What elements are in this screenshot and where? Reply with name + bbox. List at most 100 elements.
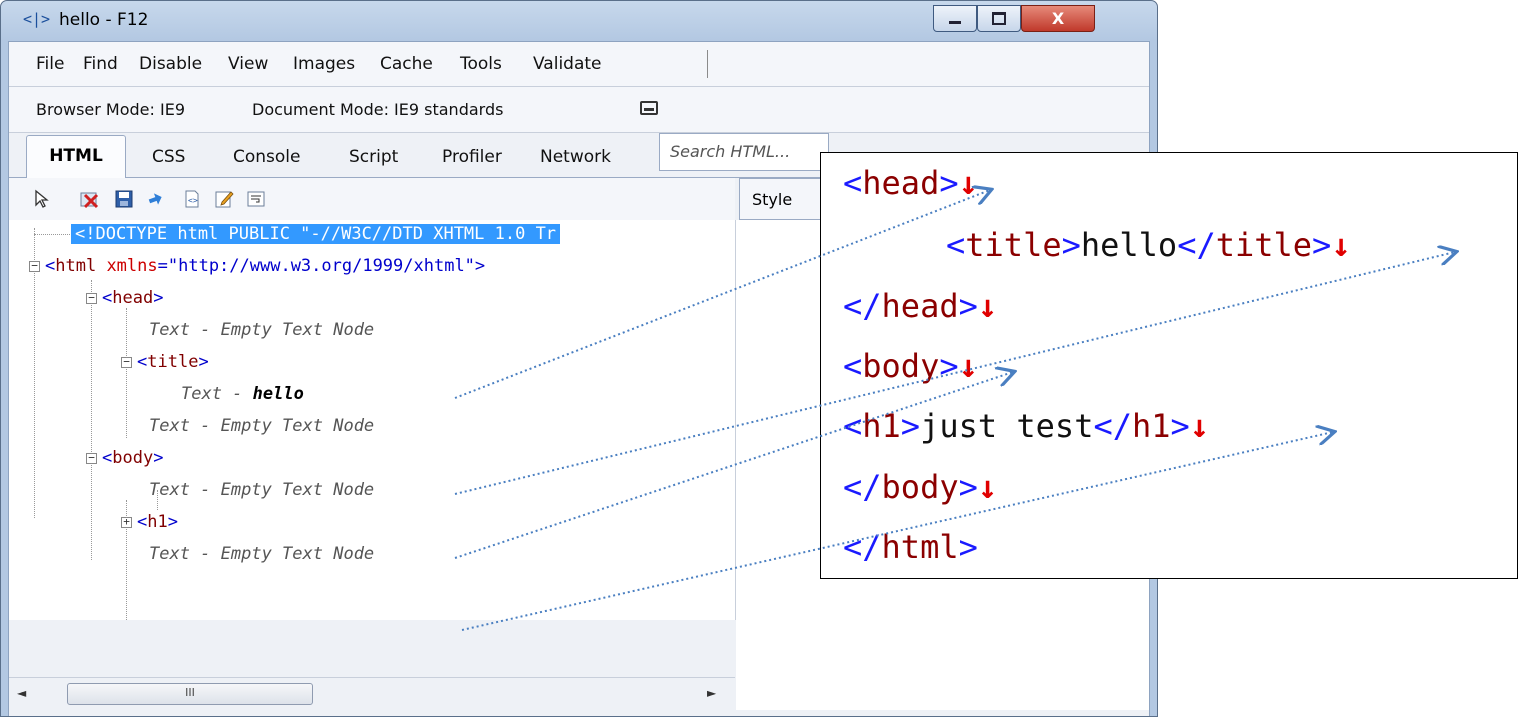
tree-row-doctype[interactable]: <!DOCTYPE html PUBLIC "-//W3C//DTD XHTML… bbox=[71, 220, 561, 248]
body-tag: body bbox=[112, 448, 154, 468]
code-line-4: <body>↓ bbox=[843, 347, 978, 385]
tag-close-bracket: > bbox=[198, 352, 209, 372]
head-tag: head bbox=[112, 288, 154, 308]
scroll-left-icon[interactable]: ◄ bbox=[17, 686, 26, 700]
status-area bbox=[9, 710, 1149, 716]
return-mark-icon: ↓ bbox=[977, 468, 998, 506]
tree-row-text-1[interactable]: Text - Empty Text Node bbox=[149, 316, 374, 344]
collapse-html-icon[interactable]: − bbox=[29, 260, 40, 272]
scroll-right-icon[interactable]: ► bbox=[707, 686, 716, 700]
minimize-icon bbox=[949, 21, 961, 24]
tab-script[interactable]: Script bbox=[349, 147, 398, 167]
tag-open-bracket: < bbox=[45, 256, 56, 276]
xmlns-value: "http://www.w3.org/1999/xhtml" bbox=[167, 256, 475, 276]
view-source-icon[interactable]: <> bbox=[181, 188, 203, 210]
code-line-2: <title>hello</title>↓ bbox=[946, 226, 1351, 264]
source-code-callout: <head>↓ <title>hello</title>↓ </head>↓ <… bbox=[820, 152, 1518, 579]
scroll-thumb[interactable]: III bbox=[67, 683, 313, 705]
menu-bar: File Find Disable View Images Cache Tool… bbox=[9, 42, 1149, 87]
tree-row-body[interactable]: <body> bbox=[102, 444, 163, 472]
xmlns-attr: xmlns bbox=[96, 256, 158, 276]
return-mark-icon: ↓ bbox=[1331, 226, 1351, 264]
tree-guide-line bbox=[34, 234, 74, 235]
select-element-icon[interactable] bbox=[31, 188, 53, 210]
collapse-head-icon[interactable]: − bbox=[86, 292, 97, 304]
code-line-7: </html> bbox=[843, 528, 978, 566]
tag-open-bracket: < bbox=[102, 448, 113, 468]
tab-profiler[interactable]: Profiler bbox=[442, 147, 502, 167]
title-bar[interactable]: <|> hello - F12 X bbox=[1, 1, 1157, 41]
tree-row-h1[interactable]: <h1> bbox=[137, 508, 178, 536]
document-mode-menu[interactable]: Document Mode: IE9 standards bbox=[252, 100, 503, 119]
tab-html[interactable]: HTML bbox=[26, 135, 126, 178]
empty-text-node-3: Text - Empty Text Node bbox=[149, 480, 375, 500]
tag-open-bracket: < bbox=[137, 512, 148, 532]
tree-row-text-hello[interactable]: Text - hello bbox=[181, 380, 304, 408]
refresh-icon[interactable] bbox=[146, 188, 168, 210]
return-mark-icon: ↓ bbox=[958, 164, 978, 202]
menu-cache[interactable]: Cache bbox=[380, 54, 433, 74]
menu-disable[interactable]: Disable bbox=[139, 54, 202, 74]
tab-css[interactable]: CSS bbox=[152, 147, 185, 167]
menu-tools[interactable]: Tools bbox=[460, 54, 502, 74]
expand-h1-icon[interactable]: + bbox=[121, 516, 132, 528]
close-button[interactable]: X bbox=[1021, 5, 1095, 32]
tag-open-bracket: < bbox=[137, 352, 148, 372]
save-icon[interactable] bbox=[113, 188, 135, 210]
menu-find[interactable]: Find bbox=[83, 54, 118, 74]
tree-row-title[interactable]: <title> bbox=[137, 348, 209, 376]
menu-images[interactable]: Images bbox=[293, 54, 355, 74]
svg-text:<>: <> bbox=[188, 196, 198, 205]
title-tag: title bbox=[147, 352, 199, 372]
code-line-6: </body>↓ bbox=[843, 468, 998, 506]
browser-mode-menu[interactable]: Browser Mode: IE9 bbox=[36, 100, 185, 119]
tag-close-bracket: > bbox=[474, 256, 486, 276]
text-node-prefix: Text - bbox=[181, 384, 253, 404]
edit-icon[interactable] bbox=[213, 188, 235, 210]
mode-bar: Browser Mode: IE9 Document Mode: IE9 sta… bbox=[9, 87, 1149, 133]
minimize-button[interactable] bbox=[933, 5, 977, 32]
attr-equals: = bbox=[157, 256, 168, 276]
html-toolbar: <> bbox=[9, 178, 735, 221]
menu-view[interactable]: View bbox=[228, 54, 268, 74]
menu-validate[interactable]: Validate bbox=[533, 54, 602, 74]
collapse-body-icon[interactable]: − bbox=[86, 452, 97, 464]
dom-tree: <!DOCTYPE html PUBLIC "-//W3C//DTD XHTML… bbox=[9, 220, 736, 620]
search-html-input[interactable]: Search HTML... bbox=[659, 133, 829, 171]
dock-toggle-icon[interactable] bbox=[640, 101, 658, 115]
tab-console[interactable]: Console bbox=[233, 147, 301, 167]
window-title: hello - F12 bbox=[59, 10, 149, 30]
code-line-5: <h1>just test</h1>↓ bbox=[843, 407, 1210, 445]
style-tab[interactable]: Style bbox=[739, 178, 829, 220]
empty-text-node-4: Text - Empty Text Node bbox=[149, 544, 375, 564]
tree-guide-line bbox=[126, 308, 127, 438]
menu-separator bbox=[707, 50, 708, 78]
word-wrap-icon[interactable] bbox=[245, 188, 267, 210]
menu-file[interactable]: File bbox=[36, 54, 64, 74]
close-icon: X bbox=[1051, 9, 1065, 28]
html-tag: html bbox=[55, 256, 97, 276]
tree-guide-line bbox=[91, 280, 92, 560]
return-mark-icon: ↓ bbox=[977, 287, 998, 325]
tree-row-text-4[interactable]: Text - Empty Text Node bbox=[149, 540, 374, 568]
text-node-hello: hello bbox=[252, 384, 304, 404]
collapse-title-icon[interactable]: − bbox=[121, 356, 132, 368]
tag-close-bracket: > bbox=[167, 512, 178, 532]
maximize-icon bbox=[992, 12, 1006, 25]
tab-network[interactable]: Network bbox=[540, 147, 611, 167]
tag-close-bracket: > bbox=[153, 288, 164, 308]
f12-app-icon: <|> bbox=[23, 10, 51, 28]
doctype-node: <!DOCTYPE html PUBLIC "-//W3C//DTD XHTML… bbox=[71, 224, 561, 244]
maximize-button[interactable] bbox=[977, 5, 1021, 32]
return-mark-icon: ↓ bbox=[1189, 407, 1210, 445]
clear-browser-cache-icon[interactable] bbox=[79, 188, 101, 210]
tree-row-text-3[interactable]: Text - Empty Text Node bbox=[149, 476, 374, 504]
tree-row-head[interactable]: <head> bbox=[102, 284, 163, 312]
code-line-3: </head>↓ bbox=[843, 287, 998, 325]
tree-row-text-2[interactable]: Text - Empty Text Node bbox=[149, 412, 374, 440]
empty-text-node-1: Text - Empty Text Node bbox=[149, 320, 375, 340]
tree-row-html[interactable]: <html xmlns="http://www.w3.org/1999/xhtm… bbox=[45, 252, 485, 280]
horizontal-scrollbar[interactable]: ◄ III ► bbox=[9, 677, 735, 710]
tag-open-bracket: < bbox=[102, 288, 113, 308]
empty-text-node-2: Text - Empty Text Node bbox=[149, 416, 375, 436]
